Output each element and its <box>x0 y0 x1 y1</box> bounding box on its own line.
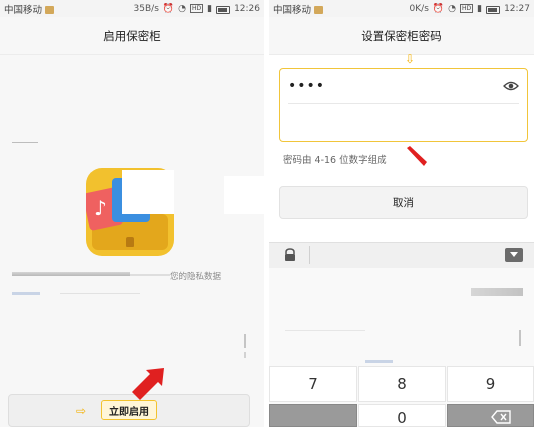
page-title: 启用保密柜 <box>0 17 264 55</box>
backspace-icon <box>491 410 511 424</box>
pointer-arrow-icon: ⇨ <box>76 404 87 418</box>
network-speed: 0K/s <box>409 3 429 14</box>
alarm-icon: ⏰ <box>162 3 175 14</box>
collapse-keyboard-icon[interactable] <box>505 248 523 262</box>
clock-time: 12:26 <box>234 3 260 14</box>
sim-icon <box>314 5 324 14</box>
music-note-icon: ♪ <box>94 196 107 220</box>
status-bar: 中国移动 0K/s ⏰ ◔ HD ▮ 12:27 <box>269 0 534 17</box>
password-box <box>279 68 528 142</box>
secure-keyboard-icon <box>285 248 295 261</box>
hd-icon: HD <box>189 4 204 13</box>
password-hint: 密码由 4-16 位数字组成 <box>283 155 387 166</box>
alarm-icon: ⏰ <box>432 3 445 14</box>
carrier-label: 中国移动 <box>273 4 312 16</box>
redaction-block <box>224 176 269 214</box>
eye-icon[interactable] <box>503 78 519 94</box>
key-8[interactable]: 8 <box>358 366 446 402</box>
password-input[interactable] <box>288 78 503 94</box>
sim-icon <box>45 5 55 14</box>
status-bar: 中国移动 35B/s ⏰ ◔ HD ▮ 12:26 <box>0 0 264 17</box>
hd-icon: HD <box>459 4 474 13</box>
cancel-button[interactable]: 取消 <box>279 186 528 219</box>
redaction-block <box>122 170 174 214</box>
carrier-label: 中国移动 <box>4 4 43 16</box>
signal-icon: ▮ <box>207 3 213 14</box>
set-password-screen: 中国移动 0K/s ⏰ ◔ HD ▮ 12:27 设置保密柜密码 ⇩ 密码由 4… <box>269 0 534 427</box>
wifi-icon: ◔ <box>178 3 186 14</box>
wifi-icon: ◔ <box>448 3 456 14</box>
key-9[interactable]: 9 <box>447 366 534 402</box>
key-0[interactable]: 0 <box>358 404 446 427</box>
red-arrow-annotation <box>132 368 164 400</box>
page-title: 设置保密柜密码 <box>269 17 534 55</box>
battery-icon <box>486 5 501 14</box>
description-line <box>12 272 130 276</box>
network-speed: 35B/s <box>133 3 159 14</box>
red-mark-annotation <box>407 146 427 166</box>
privacy-description: 您的隐私数据 <box>170 272 222 282</box>
clock-time: 12:27 <box>504 3 530 14</box>
signal-icon: ▮ <box>477 3 483 14</box>
divider <box>12 142 38 143</box>
lock-icon <box>126 237 134 247</box>
key-7[interactable]: 7 <box>269 366 357 402</box>
battery-icon <box>216 5 231 14</box>
enable-now-button[interactable]: 立即启用 <box>101 400 157 420</box>
pointer-arrow-icon: ⇩ <box>405 52 416 66</box>
key-blank <box>269 404 357 427</box>
